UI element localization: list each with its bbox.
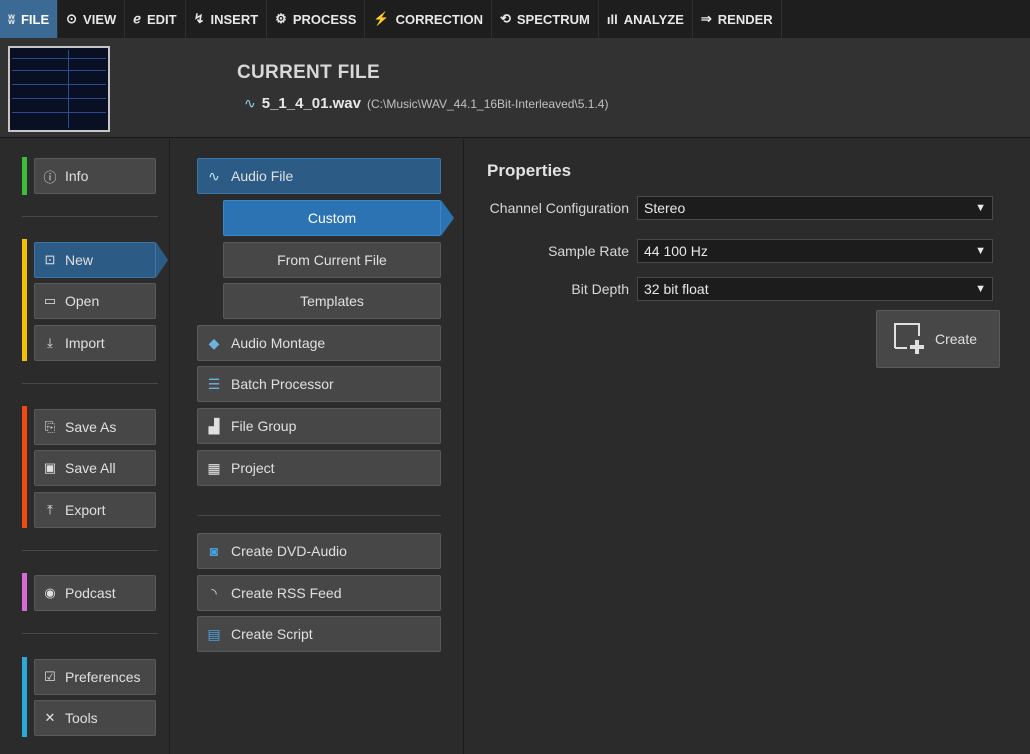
create-button[interactable]: Create (876, 310, 1000, 368)
dropdown-caret-icon: ▼ (975, 202, 986, 214)
properties-panel: Properties Channel Configuration Stereo … (465, 139, 1030, 754)
channel-configuration-label: Channel Configuration (489, 200, 629, 216)
channel-configuration-select[interactable]: Stereo ▼ (637, 196, 993, 220)
file-nav-sidebar: ⓘ Info ⊡ New ▭ Open ⤓ Import ⎘ Save As ▣ Save … (0, 139, 170, 754)
export-icon: ⤒ (47, 502, 53, 517)
tab-render[interactable]: ⇒ RENDER (693, 0, 782, 38)
project-grid-icon: ▦ (207, 459, 221, 476)
waveform-icon: ∿ (244, 95, 256, 111)
file-name: 5_1_4_01.wav (261, 95, 361, 112)
tools-icon: ✕ (44, 710, 56, 725)
tab-spectrum[interactable]: ⟲ SPECTRUM (492, 0, 599, 38)
batch-processor-button[interactable]: ☰ Batch Processor (197, 366, 441, 402)
export-button[interactable]: ⤒ Export (34, 492, 156, 528)
import-icon: ⤓ (47, 335, 53, 350)
from-current-file-button[interactable]: From Current File (223, 242, 441, 278)
divider (22, 383, 158, 384)
custom-button[interactable]: Custom (223, 200, 454, 236)
audio-file-button[interactable]: ∿ Audio File (197, 158, 441, 194)
tab-edit[interactable]: ℯ EDIT (125, 0, 186, 38)
sample-rate-select[interactable]: 44 100 Hz ▼ (637, 239, 993, 263)
create-dvd-audio-button[interactable]: ◙ Create DVD-Audio (197, 533, 441, 569)
insert-icon: ↯ (193, 11, 205, 26)
save-as-button[interactable]: ⎘ Save As (34, 409, 156, 445)
tab-process[interactable]: ⚙ PROCESS (267, 0, 366, 38)
file-group-button[interactable]: ▟ File Group (197, 408, 441, 444)
current-file-info: ∿ 5_1_4_01.wav (C:\Music\WAV_44.1_16Bit-… (244, 95, 608, 112)
bit-depth-row: Bit Depth 32 bit float ▼ (465, 277, 993, 301)
lightning-icon: ⚡ (373, 11, 390, 26)
tab-view[interactable]: ⊙ VIEW (58, 0, 126, 38)
tab-correction[interactable]: ⚡ CORRECTION (365, 0, 492, 38)
spectrum-icon: ⟲ (499, 11, 511, 26)
bit-depth-label: Bit Depth (571, 281, 629, 297)
current-file-title: CURRENT FILE (237, 62, 380, 83)
properties-title: Properties (487, 161, 572, 180)
divider (22, 216, 158, 217)
channel-configuration-row: Channel Configuration Stereo ▼ (465, 196, 993, 220)
info-group-bar (22, 157, 27, 195)
create-script-button[interactable]: ▤ Create Script (197, 616, 441, 652)
folder-icon: ▭ (43, 293, 57, 308)
dropdown-caret-icon: ▼ (975, 283, 986, 295)
main-tab-bar: ʬ FILE ⊙ VIEW ℯ EDIT ↯ INSERT ⚙ PROCESS ⚡ CORR… (0, 0, 1030, 38)
edit-icon: ℯ (133, 11, 141, 26)
tab-insert[interactable]: ↯ INSERT (186, 0, 268, 38)
eye-icon: ⊙ (66, 11, 78, 26)
divider (197, 515, 441, 516)
save-group-bar (22, 406, 27, 528)
preferences-icon: ☑ (44, 669, 56, 684)
render-arrow-icon: ⇒ (700, 11, 712, 26)
file-group-bar (22, 239, 27, 361)
bar-graph-icon: ıll (606, 11, 618, 27)
save-all-button[interactable]: ▣ Save All (34, 450, 156, 486)
new-file-icon: ⊡ (44, 252, 56, 267)
podcast-group-bar (22, 573, 27, 611)
create-rss-feed-button[interactable]: ◝ Create RSS Feed (197, 575, 441, 611)
settings-group-bar (22, 657, 27, 737)
new-button[interactable]: ⊡ New (34, 242, 168, 278)
audio-montage-button[interactable]: ◆ Audio Montage (197, 325, 441, 361)
save-as-icon: ⎘ (44, 419, 56, 434)
dropdown-caret-icon: ▼ (975, 245, 986, 257)
project-button[interactable]: ▦ Project (197, 450, 441, 486)
podcast-button[interactable]: ◉ Podcast (34, 575, 156, 611)
file-tab-icon: ʬ (8, 11, 15, 27)
templates-button[interactable]: Templates (223, 283, 441, 319)
create-file-icon (893, 322, 927, 356)
audio-montage-icon: ◆ (208, 334, 220, 351)
dvd-icon: ◙ (209, 543, 219, 559)
info-icon: ⓘ (43, 169, 57, 185)
podcast-icon: ◉ (44, 585, 56, 600)
bit-depth-select[interactable]: 32 bit float ▼ (637, 277, 993, 301)
batch-processor-icon: ☰ (207, 375, 221, 392)
divider (22, 633, 158, 634)
file-group-icon: ▟ (208, 417, 220, 434)
waveform-icon: ∿ (208, 167, 220, 184)
info-button[interactable]: ⓘ Info (34, 158, 156, 194)
waveform-thumbnail[interactable] (8, 46, 110, 132)
sample-rate-row: Sample Rate 44 100 Hz ▼ (465, 239, 993, 263)
import-button[interactable]: ⤓ Import (34, 325, 156, 361)
preferences-button[interactable]: ☑ Preferences (34, 659, 156, 695)
rss-icon: ◝ (211, 584, 217, 601)
gears-icon: ⚙ (275, 11, 287, 26)
open-button[interactable]: ▭ Open (34, 283, 156, 319)
tools-button[interactable]: ✕ Tools (34, 700, 156, 736)
file-path: (C:\Music\WAV_44.1_16Bit-Interleaved\5.1… (367, 96, 609, 111)
save-all-icon: ▣ (43, 460, 57, 475)
sample-rate-label: Sample Rate (548, 243, 629, 259)
script-icon: ▤ (207, 625, 221, 642)
tab-analyze[interactable]: ıll ANALYZE (599, 0, 693, 38)
current-file-header: CURRENT FILE ∿ 5_1_4_01.wav (C:\Music\WA… (0, 38, 1030, 138)
new-options-panel: ∿ Audio File Custom From Current File Tem… (171, 139, 464, 754)
tab-file[interactable]: ʬ FILE (0, 0, 59, 38)
divider (22, 550, 158, 551)
